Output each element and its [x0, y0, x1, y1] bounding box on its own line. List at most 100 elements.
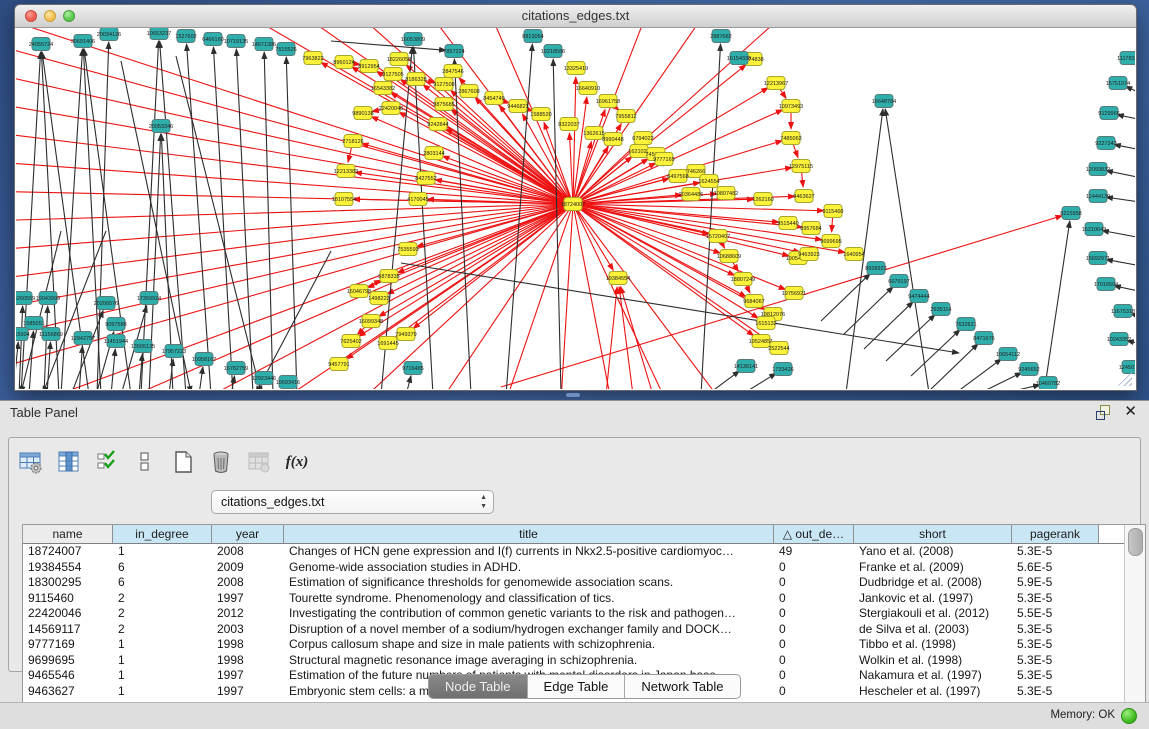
network-node-label: 11178318: [1117, 56, 1135, 62]
table-cell: 9115460: [23, 591, 113, 607]
select-column-button[interactable]: [55, 448, 83, 476]
network-edge: [379, 204, 573, 316]
network-node-label: 10653237: [147, 31, 171, 37]
network-node-label: 10243352: [1107, 337, 1131, 343]
splitter-handle[interactable]: [566, 393, 580, 397]
network-edge: [1044, 221, 1070, 389]
status-bar: Memory: OK: [0, 702, 1149, 729]
network-edge: [111, 349, 115, 389]
memory-status-label: Memory: OK: [1050, 709, 1115, 721]
dropdown-arrows-icon: ▲▼: [480, 493, 487, 511]
table-row[interactable]: 969969511998Structural magnetic resonanc…: [23, 653, 1145, 669]
table-cell: 1998: [212, 637, 284, 653]
table-cell: 1998: [212, 653, 284, 669]
network-node-label: 9463627: [793, 194, 814, 200]
table-row[interactable]: 1872400712008Changes of HCN gene express…: [23, 544, 1145, 560]
network-node-label: 9115460: [822, 209, 843, 215]
table-settings-button[interactable]: [17, 448, 45, 476]
network-canvas[interactable]: 1872400779638228960124891295418226058912…: [16, 28, 1135, 389]
column-header-short[interactable]: short: [854, 525, 1012, 543]
table-cell: 6: [113, 560, 212, 576]
network-edge: [16, 204, 573, 311]
delete-table-button[interactable]: [207, 448, 235, 476]
window-title: citations_edges.txt: [15, 8, 1136, 23]
network-edge: [141, 41, 159, 389]
network-edge: [886, 314, 935, 361]
network-edge: [741, 373, 776, 389]
column-header-out_de[interactable]: △ out_de…: [774, 525, 854, 543]
tab-network-table[interactable]: Network Table: [625, 675, 739, 698]
network-node-label: 16053809: [401, 37, 425, 43]
table-cell: 2: [113, 606, 212, 622]
network-window-titlebar[interactable]: citations_edges.txt: [15, 5, 1136, 28]
scrollbar-thumb[interactable]: [1128, 528, 1143, 556]
table-cell: 9777169: [23, 637, 113, 653]
network-node-label: 19384554: [606, 276, 630, 282]
row-height-button[interactable]: [131, 448, 159, 476]
memory-status-indicator[interactable]: [1121, 708, 1137, 724]
table-cell: Structural magnetic resonance image aver…: [284, 653, 774, 669]
network-node-label: 16154338: [727, 56, 751, 62]
column-header-pagerank[interactable]: pagerank: [1012, 525, 1099, 543]
column-header-in_degree[interactable]: in_degree: [113, 525, 212, 543]
network-node-label: 22420046: [379, 106, 403, 112]
tab-node-table[interactable]: Node Table: [429, 675, 528, 698]
column-header-year[interactable]: year: [212, 525, 284, 543]
network-node-label: 2718126: [342, 139, 363, 145]
table-cell: Corpus callosum shape and size in male p…: [284, 637, 774, 653]
table-cell: Dudbridge et al. (2008): [854, 575, 1012, 591]
network-node-label: 19756921: [782, 291, 806, 297]
table-row[interactable]: 977716911998Corpus callosum shape and si…: [23, 637, 1145, 653]
network-node-label: 20034126: [97, 32, 121, 38]
close-panel-icon[interactable]: ✕: [1124, 405, 1137, 419]
network-node-label: 7963822: [302, 56, 323, 62]
table-cell: 0: [774, 622, 854, 638]
network-node-label: 16099348: [359, 319, 383, 325]
network-node-label: 16782759: [224, 366, 248, 372]
network-node-label: 10460782: [1036, 381, 1060, 387]
network-node-label: 10958167: [192, 357, 216, 363]
column-header-name[interactable]: name: [23, 525, 113, 543]
network-node-label: 1640954: [843, 252, 864, 258]
table-chooser-dropdown[interactable]: citations_edges.txt ▲▼: [211, 490, 494, 514]
table-row[interactable]: 1938455462009Genome-wide association stu…: [23, 560, 1145, 576]
network-node-label: 10688609: [717, 254, 741, 260]
table-cell: de Silva et al. (2003): [854, 622, 1012, 638]
table-row[interactable]: 1456911722003Disruption of a novel membe…: [23, 622, 1145, 638]
table-row[interactable]: 2242004622012Investigating the contribut…: [23, 606, 1145, 622]
new-table-button[interactable]: [169, 448, 197, 476]
tab-edge-table[interactable]: Edge Table: [528, 675, 626, 698]
table-row[interactable]: 1830029562008Estimation of significance …: [23, 575, 1145, 591]
float-panel-icon[interactable]: [1096, 405, 1110, 419]
network-node-label: 18226058: [387, 57, 411, 63]
network-node-label: 9474444: [908, 294, 929, 300]
network-node-label: 9129966: [1098, 111, 1119, 117]
select-rows-button[interactable]: [93, 448, 121, 476]
network-node-label: 2522544: [768, 346, 789, 352]
table-panel-body: f(x) citations_edges.txt ▲▼ namein_degre…: [8, 437, 1141, 672]
network-node-label: 5878335: [378, 274, 399, 280]
network-node-label: 15692971: [1086, 256, 1110, 262]
network-node-label: 12093832: [1086, 167, 1110, 173]
network-node-label: 13325419: [564, 66, 588, 72]
app-desktop: citations_edges.txt 18724007796382289601…: [0, 0, 1149, 400]
network-node-label: 16961758: [596, 99, 620, 105]
network-node-label: 7955812: [615, 114, 636, 120]
table-cell: Wolkin et al. (1998): [854, 653, 1012, 669]
network-node-label: 9875685: [433, 102, 454, 108]
table-row[interactable]: 911546021997Tourette syndrome. Phenomeno…: [23, 591, 1145, 607]
network-edge: [362, 143, 573, 204]
network-node-label: 7485063: [780, 136, 801, 142]
table-cell: Jankovic et al. (1997): [854, 591, 1012, 607]
network-node-label: 14671386: [252, 42, 276, 48]
network-edge: [976, 373, 1022, 389]
network-edge: [707, 371, 740, 389]
table-tabbar: Node Table Edge Table Network Table: [0, 674, 1149, 700]
table-panel-header: Table Panel ✕: [0, 401, 1149, 425]
function-builder-button[interactable]: f(x): [283, 448, 311, 476]
network-node-label: 1527602: [175, 34, 196, 40]
table-cell: Genome-wide association studies in ADHD.: [284, 560, 774, 576]
column-header-title[interactable]: title: [284, 525, 774, 543]
table-cell: 18300295: [23, 575, 113, 591]
column-header-filler: [1099, 525, 1119, 543]
